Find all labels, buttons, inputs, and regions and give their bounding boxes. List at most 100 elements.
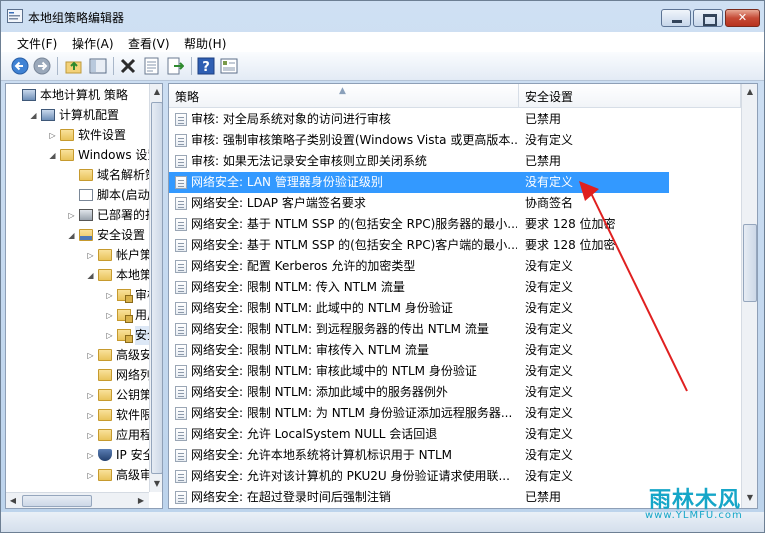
forward-icon[interactable] [33, 57, 51, 75]
expanded-arrow-icon[interactable]: ◢ [48, 146, 57, 165]
scroll-right-arrow-icon[interactable]: ▶ [134, 493, 148, 508]
tree-scroll-thumb[interactable] [151, 102, 162, 474]
list-scroll-thumb[interactable] [743, 224, 757, 302]
policy-name: 网络安全: 限制 NTLM: 到远程服务器的传出 NTLM 流量 [191, 322, 489, 336]
toolbar: ? [1, 52, 764, 81]
tree-item[interactable]: ◢ 安全设置 [6, 226, 149, 245]
view-icon[interactable] [220, 57, 238, 75]
scroll-left-arrow-icon[interactable]: ◀ [6, 493, 20, 508]
scroll-up-arrow-icon[interactable]: ▲ [150, 84, 162, 100]
policy-name: 网络安全: 基于 NTLM SSP 的(包括安全 RPC)服务器的最小... [191, 217, 517, 231]
expanded-arrow-icon[interactable]: ◢ [67, 226, 76, 245]
folder-icon [98, 249, 112, 261]
help-icon[interactable]: ? [197, 57, 215, 75]
policy-name: 网络安全: LAN 管理器身份验证级别 [191, 175, 383, 189]
tree-hscroll-thumb[interactable] [22, 495, 92, 507]
export-icon[interactable] [166, 57, 184, 75]
security-setting-value: 没有定义 [525, 448, 574, 462]
list-vertical-scrollbar[interactable]: ▲ ▼ [741, 84, 757, 508]
locked-folder-icon [117, 309, 133, 323]
tree-item[interactable]: ▷ 已部署的打 [6, 206, 157, 225]
tree-item-label: 安全设置 [97, 228, 146, 242]
policy-setting-icon [175, 470, 187, 483]
tree-item[interactable]: ▷ 帐户策 [6, 246, 152, 265]
back-icon[interactable] [11, 57, 29, 75]
collapsed-arrow-icon[interactable]: ▷ [86, 246, 95, 265]
column-header-setting[interactable]: 安全设置 [519, 84, 741, 108]
collapsed-arrow-icon[interactable]: ▷ [86, 386, 95, 405]
tree-horizontal-scrollbar[interactable]: ◀ ▶ [6, 492, 149, 508]
minimize-button[interactable] [661, 9, 691, 27]
collapsed-arrow-icon[interactable]: ▷ [67, 206, 76, 225]
menu-bar: 文件(F) 操作(A) 查看(V) 帮助(H) [1, 32, 764, 52]
collapsed-arrow-icon[interactable]: ▷ [86, 466, 95, 485]
maximize-button[interactable] [693, 9, 723, 27]
tree-item[interactable]: ▷ 软件限 [6, 406, 152, 425]
tree-item[interactable]: ◢ 计算机配置 [6, 106, 149, 125]
tree-item[interactable]: ▷ 应用程 [6, 426, 153, 445]
tree-item[interactable]: ▷ 高级安 [6, 346, 153, 365]
properties-icon[interactable] [143, 57, 161, 75]
expanded-arrow-icon[interactable]: ◢ [29, 106, 38, 125]
delete-icon[interactable] [119, 57, 137, 75]
show-hide-tree-icon[interactable] [89, 57, 107, 75]
policy-name: 网络安全: 限制 NTLM: 为 NTLM 身份验证添加远程服务器... [191, 406, 513, 420]
policy-row[interactable]: 审核: 如果无法记录安全审核则立即关闭系统 已禁用 [169, 151, 741, 172]
scroll-down-arrow-icon[interactable]: ▼ [150, 476, 162, 492]
tree-item[interactable]: ▷ 审核 [6, 286, 159, 305]
tree-item-label: 应用程 [116, 428, 153, 442]
tree-item[interactable]: ▷ 高级审 [6, 466, 152, 485]
menu-view[interactable]: 查看(V) [128, 35, 170, 52]
tree-item[interactable]: ▷ IP 安全 [6, 446, 154, 465]
policy-setting-icon [175, 344, 187, 357]
collapsed-arrow-icon[interactable]: ▷ [86, 446, 95, 465]
tree-item[interactable]: ▷ 公钥策 [6, 386, 152, 405]
collapsed-arrow-icon[interactable]: ▷ [86, 426, 95, 445]
column-policy-label: 策略 [175, 90, 200, 104]
toolbar-separator [191, 57, 192, 75]
title-bar[interactable]: 本地组策略编辑器 ✕ [1, 1, 764, 31]
tree-item[interactable]: ▷ 用户 [6, 306, 159, 325]
menu-action[interactable]: 操作(A) [72, 35, 114, 52]
policy-row[interactable]: 网络安全: 允许 LocalSystem NULL 会话回退 没有定义 [169, 424, 741, 445]
up-folder-icon[interactable] [65, 57, 83, 75]
scroll-up-arrow-icon[interactable]: ▲ [743, 84, 757, 100]
tree-item[interactable]: 本地计算机 策略 [6, 86, 149, 105]
policy-name: 网络安全: 基于 NTLM SSP 的(包括安全 RPC)客户端的最小... [191, 238, 517, 252]
expanded-arrow-icon[interactable]: ◢ [86, 266, 95, 285]
policy-setting-icon [175, 176, 187, 189]
policy-row[interactable]: 审核: 强制审核策略子类别设置(Windows Vista 或更高版本... 没有… [169, 130, 741, 151]
menu-help[interactable]: 帮助(H) [184, 35, 226, 52]
collapsed-arrow-icon[interactable]: ▷ [86, 406, 95, 425]
tree-item[interactable]: ▷ 软件设置 [6, 126, 149, 145]
minimize-icon [672, 20, 682, 23]
collapsed-arrow-icon[interactable]: ▷ [86, 346, 95, 365]
tree-item[interactable]: ◢ Windows 设置 [6, 146, 159, 165]
maximize-icon [703, 14, 717, 26]
tree-item[interactable]: 脚本(启动/ [6, 186, 154, 205]
policy-setting-icon [175, 281, 187, 294]
policy-setting-icon [175, 407, 187, 420]
tree-item[interactable]: ◢ 本地策 [6, 266, 152, 285]
tree-item[interactable]: 网络列 [6, 366, 152, 385]
collapsed-arrow-icon[interactable]: ▷ [105, 286, 114, 305]
collapsed-arrow-icon[interactable]: ▷ [105, 326, 114, 345]
policy-row[interactable]: 网络安全: 限制 NTLM: 为 NTLM 身份验证添加远程服务器... 没有定义 [169, 403, 741, 424]
printer-icon [79, 209, 93, 221]
folder-icon [60, 149, 74, 161]
svg-text:?: ? [202, 60, 210, 75]
close-button[interactable]: ✕ [725, 9, 760, 27]
tree-item-label: 高级安 [116, 348, 153, 362]
collapsed-arrow-icon[interactable]: ▷ [48, 126, 57, 145]
policy-setting-icon [175, 302, 187, 315]
tree-vertical-scrollbar[interactable]: ▲ ▼ [149, 84, 162, 492]
tree-item[interactable]: ▷ 安全 [6, 326, 160, 345]
collapsed-arrow-icon[interactable]: ▷ [105, 306, 114, 325]
policy-row[interactable]: 审核: 对全局系统对象的访问进行审核 已禁用 [169, 109, 741, 130]
policy-row[interactable]: 网络安全: 允许本地系统将计算机标识用于 NTLM 没有定义 [169, 445, 741, 466]
column-header-policy[interactable]: 策略 ▲ [169, 84, 519, 108]
console-tree[interactable]: 本地计算机 策略 ◢ 计算机配置 ▷ 软件设置 ◢ Windows 设置 域名解析策 脚本(启动… [5, 83, 163, 509]
shield-icon [98, 449, 112, 461]
tree-item[interactable]: 域名解析策 [6, 166, 157, 185]
menu-file[interactable]: 文件(F) [17, 35, 57, 52]
